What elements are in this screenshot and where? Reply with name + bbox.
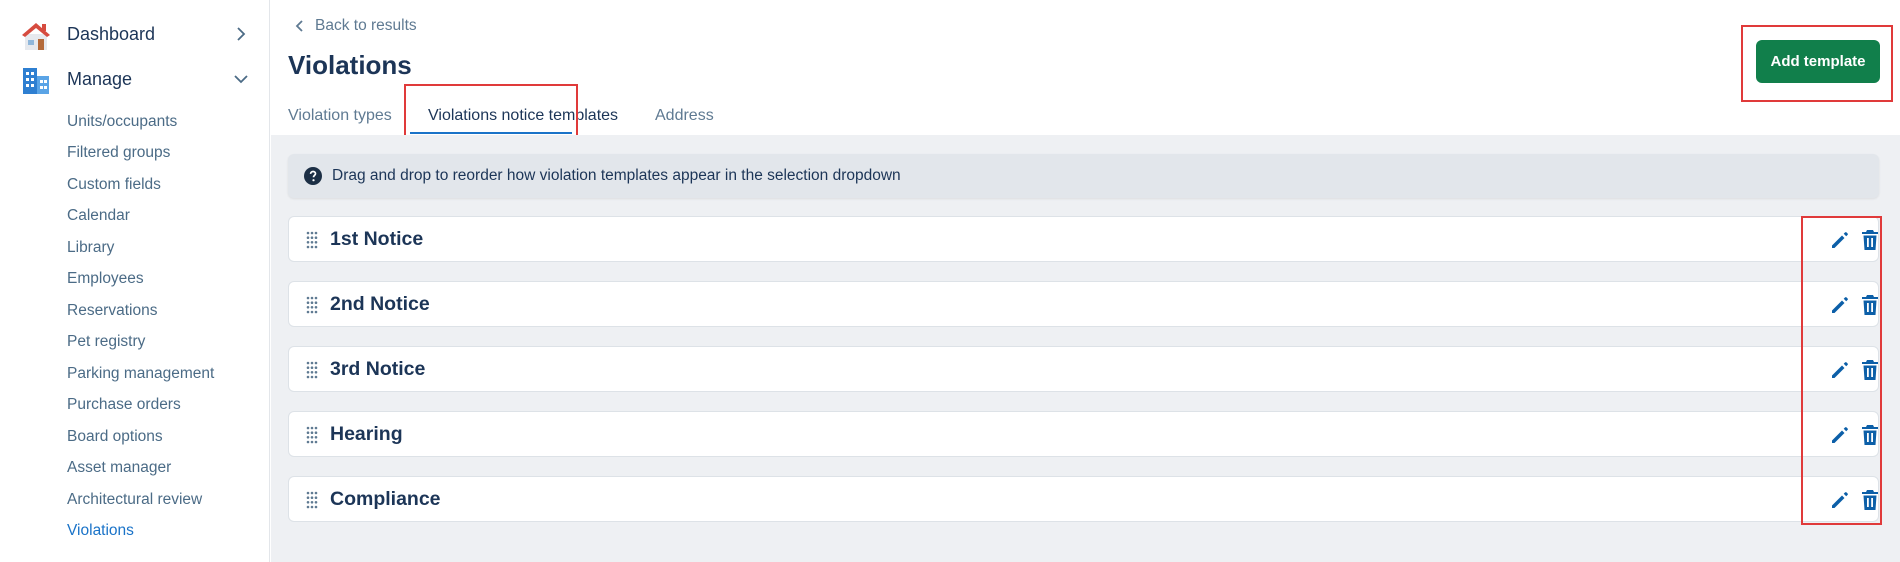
tab-violation-types[interactable]: Violation types bbox=[288, 107, 392, 125]
sidebar-item-calendar[interactable]: Calendar bbox=[67, 206, 130, 226]
sidebar-item-reservations[interactable]: Reservations bbox=[67, 301, 157, 321]
sidebar-item-purchase-orders[interactable]: Purchase orders bbox=[67, 395, 181, 415]
building-icon bbox=[23, 68, 49, 94]
template-row[interactable]: 2nd Notice bbox=[288, 281, 1879, 327]
template-name: 1st Notice bbox=[330, 227, 424, 250]
drag-handle-icon[interactable] bbox=[305, 231, 319, 249]
template-name: 3rd Notice bbox=[330, 357, 426, 380]
drag-handle-icon[interactable] bbox=[305, 426, 319, 444]
template-row[interactable]: Hearing bbox=[288, 411, 1879, 457]
highlight-box-tab bbox=[404, 84, 578, 140]
sidebar-item-label: Manage bbox=[67, 68, 133, 89]
templates-panel: Drag and drop to reorder how violation t… bbox=[271, 135, 1900, 562]
highlight-box-row-actions bbox=[1801, 216, 1882, 525]
template-name: Compliance bbox=[330, 487, 441, 510]
sidebar-item-pet-registry[interactable]: Pet registry bbox=[67, 332, 145, 352]
page-header: Back to results Violations Violation typ… bbox=[271, 0, 1900, 140]
sidebar-item-employees[interactable]: Employees bbox=[67, 269, 144, 289]
sidebar-item-violations[interactable]: Violations bbox=[67, 521, 134, 541]
house-icon bbox=[22, 23, 50, 50]
sidebar-item-manage[interactable]: Manage bbox=[0, 59, 270, 99]
sidebar-item-filtered-groups[interactable]: Filtered groups bbox=[67, 143, 170, 163]
main-content: Back to results Violations Violation typ… bbox=[271, 0, 1900, 562]
drag-handle-icon[interactable] bbox=[305, 296, 319, 314]
back-to-results-link[interactable]: Back to results bbox=[293, 17, 417, 35]
template-row[interactable]: 3rd Notice bbox=[288, 346, 1879, 392]
highlight-box-add-button bbox=[1741, 25, 1893, 102]
sidebar-item-asset-manager[interactable]: Asset manager bbox=[67, 458, 171, 478]
sidebar-item-library[interactable]: Library bbox=[67, 238, 114, 258]
sidebar-item-parking-management[interactable]: Parking management bbox=[67, 364, 214, 384]
chevron-right-icon bbox=[237, 27, 246, 41]
sidebar: Dashboard Manage Units/occupants Filtere… bbox=[0, 0, 270, 562]
sidebar-item-custom-fields[interactable]: Custom fields bbox=[67, 175, 161, 195]
template-name: Hearing bbox=[330, 422, 403, 445]
info-banner: Drag and drop to reorder how violation t… bbox=[288, 154, 1879, 198]
template-row[interactable]: Compliance bbox=[288, 476, 1879, 522]
tab-address[interactable]: Address bbox=[655, 107, 714, 125]
drag-handle-icon[interactable] bbox=[305, 361, 319, 379]
sidebar-item-dashboard[interactable]: Dashboard bbox=[0, 14, 270, 54]
chevron-left-icon bbox=[295, 20, 303, 32]
back-label: Back to results bbox=[315, 17, 417, 34]
info-text: Drag and drop to reorder how violation t… bbox=[332, 167, 901, 184]
chevron-down-icon bbox=[234, 75, 248, 84]
page-title: Violations bbox=[288, 50, 412, 80]
question-circle-icon bbox=[304, 167, 322, 185]
sidebar-item-label: Dashboard bbox=[67, 23, 156, 44]
sidebar-item-board-options[interactable]: Board options bbox=[67, 427, 163, 447]
template-row[interactable]: 1st Notice bbox=[288, 216, 1879, 262]
sidebar-item-units-occupants[interactable]: Units/occupants bbox=[67, 112, 177, 132]
sidebar-item-architectural-review[interactable]: Architectural review bbox=[67, 490, 202, 510]
drag-handle-icon[interactable] bbox=[305, 491, 319, 509]
template-name: 2nd Notice bbox=[330, 292, 430, 315]
